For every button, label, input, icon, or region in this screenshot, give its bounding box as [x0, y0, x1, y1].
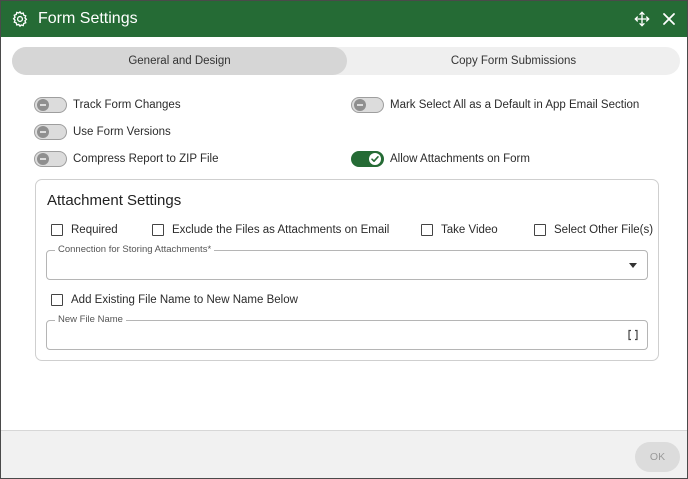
use-form-versions-row: Use Form Versions [34, 122, 171, 142]
ok-button[interactable]: OK [635, 442, 680, 472]
mark-select-all-label: Mark Select All as a Default in App Emai… [390, 99, 640, 111]
tab-bar: General and Design Copy Form Submissions [12, 47, 680, 75]
connection-storing-attachments-select[interactable]: Connection for Storing Attachments* [46, 244, 648, 280]
tab-general-and-design[interactable]: General and Design [12, 47, 347, 75]
required-checkbox[interactable] [51, 224, 63, 236]
new-file-name-label: New File Name [55, 314, 126, 325]
connection-field-label: Connection for Storing Attachments* [55, 244, 215, 255]
track-form-changes-label: Track Form Changes [73, 99, 181, 111]
track-form-changes-toggle[interactable] [34, 97, 67, 113]
take-video-label: Take Video [441, 224, 498, 236]
attachment-settings-panel: Attachment Settings Required Exclude the… [35, 179, 659, 361]
check-icon [369, 153, 381, 165]
move-arrows-icon[interactable] [634, 11, 650, 27]
compress-report-label: Compress Report to ZIP File [73, 153, 219, 165]
tab-copy-form-submissions[interactable]: Copy Form Submissions [347, 47, 680, 75]
allow-attachments-row: Allow Attachments on Form [351, 149, 530, 169]
allow-attachments-label: Allow Attachments on Form [390, 153, 530, 165]
exclude-files-label: Exclude the Files as Attachments on Emai… [172, 224, 390, 236]
toggle-off-icon [354, 99, 366, 111]
add-existing-name-label: Add Existing File Name to New Name Below [71, 294, 298, 306]
compress-report-row: Compress Report to ZIP File [34, 149, 219, 169]
select-other-files-label: Select Other File(s) [554, 224, 654, 236]
required-checkbox-row: Required [51, 222, 118, 238]
select-other-files-checkbox-row: Select Other File(s) [534, 222, 653, 238]
take-video-checkbox-row: Take Video [421, 222, 498, 238]
mark-select-all-toggle[interactable] [351, 97, 384, 113]
dialog-header: Form Settings [1, 1, 687, 37]
exclude-files-checkbox-row: Exclude the Files as Attachments on Emai… [152, 222, 389, 238]
add-existing-name-checkbox[interactable] [51, 294, 63, 306]
close-icon[interactable] [662, 12, 676, 26]
add-existing-name-checkbox-row: Add Existing File Name to New Name Below [51, 292, 298, 308]
track-form-changes-row: Track Form Changes [34, 95, 181, 115]
dialog-footer: OK [1, 430, 687, 478]
required-label: Required [71, 224, 118, 236]
caret-down-icon[interactable] [629, 263, 637, 268]
brackets-icon[interactable] [627, 329, 639, 341]
compress-report-toggle[interactable] [34, 151, 67, 167]
toggle-off-icon [37, 153, 49, 165]
new-file-name-field[interactable]: New File Name [46, 314, 648, 350]
gear-icon [12, 10, 28, 28]
form-settings-dialog: Form Settings General and Design Copy Fo… [0, 0, 688, 479]
toggle-off-icon [37, 126, 49, 138]
take-video-checkbox[interactable] [421, 224, 433, 236]
mark-select-all-row: Mark Select All as a Default in App Emai… [351, 95, 639, 115]
toggle-off-icon [37, 99, 49, 111]
use-form-versions-label: Use Form Versions [73, 126, 171, 138]
allow-attachments-toggle[interactable] [351, 151, 384, 167]
attachment-settings-title: Attachment Settings [47, 192, 182, 209]
exclude-files-checkbox[interactable] [152, 224, 164, 236]
use-form-versions-toggle[interactable] [34, 124, 67, 140]
dialog-title: Form Settings [38, 10, 138, 27]
select-other-files-checkbox[interactable] [534, 224, 546, 236]
